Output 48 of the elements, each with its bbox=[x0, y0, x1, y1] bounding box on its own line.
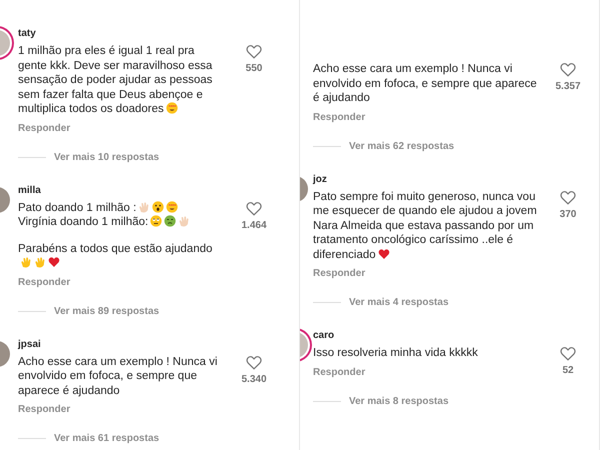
like-heart-icon[interactable] bbox=[246, 354, 262, 370]
heart-eyes-emoji-icon bbox=[166, 102, 178, 114]
clapping-hands-emoji-icon bbox=[178, 215, 190, 227]
view-replies-link[interactable]: Ver mais 4 respostas bbox=[349, 295, 449, 310]
view-replies-link[interactable]: Ver mais 61 respostas bbox=[54, 431, 160, 446]
like-heart-icon[interactable] bbox=[560, 346, 576, 361]
username[interactable]: joz bbox=[313, 172, 537, 186]
comment-text: Isso resolveria minha vida kkkkk bbox=[313, 347, 478, 359]
view-replies-link[interactable]: Ver mais 10 respostas bbox=[54, 150, 160, 164]
clapping-hands-emoji-icon bbox=[138, 200, 150, 212]
username[interactable]: taty bbox=[18, 26, 223, 41]
heart-eyes-emoji-icon bbox=[166, 200, 178, 212]
comment-text: Pato doando 1 milhão : bbox=[18, 202, 178, 214]
comment-text: Pato sempre foi muito generoso, nunca vou me esquecer de quando ele ajudou a jovem Nara Almeida que estava passando por um tratamento oncológico caríssimo ..ele é diferenciado bbox=[313, 190, 537, 260]
heart-emoji-icon bbox=[48, 256, 60, 268]
like-count: 5.357 bbox=[555, 80, 581, 94]
comment-text: Acho esse cara um exemplo ! Nunca vi envolvido em fofoca, e sempre que aparece é ajudando bbox=[313, 63, 537, 104]
reply-link[interactable]: Responder bbox=[18, 122, 70, 134]
eye-roll-emoji-icon bbox=[150, 215, 162, 227]
like-heart-icon[interactable] bbox=[246, 200, 262, 216]
nauseated-face-emoji-icon bbox=[164, 215, 176, 227]
heart-emoji-icon bbox=[378, 248, 390, 260]
username[interactable]: milla bbox=[18, 182, 223, 198]
reply-link[interactable]: Responder bbox=[313, 268, 366, 279]
like-count: 52 bbox=[562, 364, 574, 378]
reply-link[interactable]: Responder bbox=[313, 366, 366, 378]
username[interactable]: jpsai bbox=[18, 336, 223, 352]
reply-link[interactable]: Responder bbox=[18, 276, 70, 288]
comment-text: Virgínia doando 1 milhão: bbox=[18, 216, 190, 228]
clapping-hands-emoji-icon bbox=[34, 256, 46, 268]
comment-text: Acho esse cara um exemplo ! Nunca vi envolvido em fofoca, e sempre que aparece é ajudando bbox=[18, 356, 218, 396]
like-count: 550 bbox=[246, 62, 262, 76]
comment-text: Parabéns a todos que estão ajudando bbox=[18, 242, 212, 269]
surprised-face-emoji-icon bbox=[152, 200, 164, 212]
view-replies-link[interactable]: Ver mais 62 respostas bbox=[349, 138, 454, 154]
like-count: 1.464 bbox=[241, 218, 267, 232]
like-count: 370 bbox=[560, 208, 576, 222]
comment-text: 1 milhão pra eles é igual 1 real pra gente kkk. Deve ser maravilhoso essa sensação de poder ajudar as pessoas sem fazer falta que Deus abençoe e multiplica todos os doadores bbox=[18, 45, 212, 115]
like-heart-icon[interactable] bbox=[246, 44, 262, 59]
view-replies-link[interactable]: Ver mais 89 respostas bbox=[54, 304, 160, 318]
like-heart-icon[interactable] bbox=[560, 190, 576, 204]
username[interactable]: caro bbox=[313, 328, 537, 343]
like-heart-icon[interactable] bbox=[560, 62, 576, 77]
reply-link[interactable]: Responder bbox=[18, 404, 70, 415]
reply-link[interactable]: Responder bbox=[313, 112, 366, 122]
like-count: 5.340 bbox=[241, 372, 267, 386]
clapping-hands-emoji-icon bbox=[20, 256, 32, 268]
view-replies-link[interactable]: Ver mais 8 respostas bbox=[349, 394, 449, 408]
